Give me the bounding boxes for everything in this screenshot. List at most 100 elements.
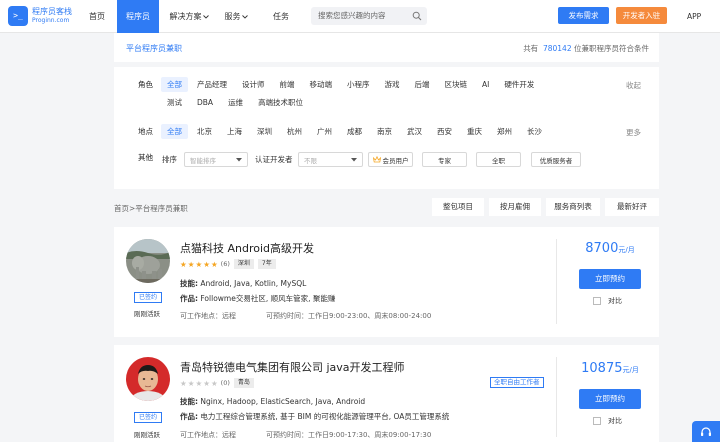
publish-demand-button[interactable]: 发布需求 [558, 7, 609, 24]
developer-name[interactable]: 点猫科技 Android高级开发 [180, 240, 314, 256]
search-input[interactable]: 搜索您感兴趣的内容 [318, 7, 386, 25]
avatar-elephant-image [126, 239, 170, 283]
compare-label: 对比 [608, 417, 622, 425]
signed-badge: 已签约 [134, 292, 162, 303]
sort-select[interactable]: 智能排序 [184, 152, 248, 167]
price-unit: 元/月 [618, 246, 635, 254]
location-filter-row: 地点 全部 北京 上海 深圳 杭州 广州 成都 南京 武汉 西安 重庆 郑州 长… [114, 124, 551, 139]
availability-line: 可工作地点：远程 可预约时间：工作日9:00-17:30、周末09:00-17:… [180, 430, 461, 440]
location-tag[interactable]: 深圳 [251, 124, 278, 139]
role-tag[interactable]: 设计师 [236, 77, 271, 92]
developer-card[interactable]: 已签约 刚刚活跃 青岛特锐德电气集团有限公司 java开发工程师 全职自由工作者… [114, 345, 659, 442]
search-box[interactable]: 搜索您感兴趣的内容 [311, 7, 427, 25]
site-logo[interactable]: >_ 程序员客栈 Proginn.com [8, 6, 72, 26]
work-place: 可工作地点：远程 [180, 431, 236, 439]
role-tag[interactable]: 高端技术职位 [252, 95, 309, 110]
role-tag[interactable]: 测试 [161, 95, 188, 110]
role-tag[interactable]: 区块链 [439, 77, 474, 92]
role-tag[interactable]: 小程序 [341, 77, 376, 92]
star-icon: ★ [195, 259, 203, 269]
app-link[interactable]: APP [687, 0, 701, 33]
developer-name[interactable]: 青岛特锐德电气集团有限公司 java开发工程师 [180, 359, 405, 375]
avatar[interactable] [126, 357, 170, 401]
fulltime-button[interactable]: 全职 [476, 152, 521, 167]
filter-panel: 角色 全部 产品经理 设计师 前端 移动端 小程序 游戏 后端 区块链 AI 硬… [114, 67, 659, 189]
location-tag[interactable]: 北京 [191, 124, 218, 139]
role-tag[interactable]: 硬件开发 [498, 77, 540, 92]
price-unit: 元/月 [622, 366, 639, 374]
member-user-label: 会员用户 [382, 156, 409, 165]
developer-card[interactable]: 已签约 刚刚活跃 点猫科技 Android高级开发 ★ ★ ★ ★ ★ (6) … [114, 227, 659, 337]
role-tag[interactable]: DBA [191, 95, 219, 110]
compare-checkbox[interactable]: 对比 [593, 416, 622, 426]
collapse-link[interactable]: 收起 [626, 80, 641, 91]
compare-checkbox[interactable]: 对比 [593, 296, 622, 306]
nav-solutions[interactable]: 解决方案 [166, 0, 212, 33]
skills-value: Nginx, Hadoop, ElasticSearch, Java, Andr… [200, 397, 366, 406]
role-tag[interactable]: AI [476, 77, 495, 92]
location-tag[interactable]: 西安 [431, 124, 458, 139]
location-tag[interactable]: 全部 [161, 124, 188, 139]
location-tag[interactable]: 南京 [371, 124, 398, 139]
cert-label: 认证开发者 [255, 155, 293, 164]
price: 8700元/月 [560, 241, 660, 256]
role-label: 角色 [138, 80, 153, 89]
reserve-button[interactable]: 立即预约 [579, 389, 641, 409]
location-label: 地点 [138, 127, 153, 136]
location-tag[interactable]: 成都 [341, 124, 368, 139]
expert-button[interactable]: 专家 [422, 152, 467, 167]
count-number: 780142 [542, 44, 572, 53]
search-icon[interactable] [412, 11, 422, 21]
cert-select[interactable]: 不限 [298, 152, 363, 167]
star-icon: ★ [187, 259, 195, 269]
breadcrumb[interactable]: 首页>平台程序员兼职 [114, 203, 188, 214]
logo-terminal-icon: >_ [8, 6, 28, 26]
location-tag[interactable]: 郑州 [491, 124, 518, 139]
chevron-down-icon [236, 157, 242, 161]
location-tag[interactable]: 广州 [311, 124, 338, 139]
skills-label: 技能: [180, 397, 198, 406]
tab-latest-reviews[interactable]: 最新好评 [605, 198, 659, 216]
role-tag[interactable]: 运维 [222, 95, 249, 110]
nav-service[interactable]: 服务 [221, 0, 251, 33]
more-locations-link[interactable]: 更多 [626, 127, 641, 138]
tab-provider-list[interactable]: 服务商列表 [546, 198, 600, 216]
member-user-button[interactable]: 会员用户 [368, 152, 413, 167]
works-label: 作品: [180, 412, 198, 421]
role-tag[interactable]: 全部 [161, 77, 188, 92]
nav-home[interactable]: 首页 [82, 0, 112, 33]
works-line: 作品: 电力工程综合管理系统, 基于 BIM 的可视化能源管理平台, OA员工管… [180, 411, 449, 422]
location-tag[interactable]: 武汉 [401, 124, 428, 139]
works-label: 作品: [180, 294, 198, 303]
nav-tasks[interactable]: 任务 [266, 0, 296, 33]
reserve-button[interactable]: 立即预约 [579, 269, 641, 289]
city-chip: 深圳 [233, 259, 254, 269]
headset-icon [701, 427, 711, 436]
role-tag[interactable]: 后端 [409, 77, 436, 92]
tab-package-project[interactable]: 整包项目 [432, 198, 484, 216]
role-tag[interactable]: 游戏 [379, 77, 406, 92]
role-tag[interactable]: 移动端 [304, 77, 339, 92]
checkbox-icon[interactable] [593, 417, 601, 425]
role-tag[interactable]: 前端 [274, 77, 301, 92]
tab-monthly-hire[interactable]: 按月雇佣 [489, 198, 541, 216]
city-chip: 青岛 [233, 378, 254, 388]
location-tag[interactable]: 上海 [221, 124, 248, 139]
sort-value: 智能排序 [190, 156, 216, 165]
active-status: 刚刚活跃 [134, 431, 160, 439]
star-icon: ★ [180, 259, 187, 269]
avatar[interactable] [126, 239, 170, 283]
checkbox-icon[interactable] [593, 297, 601, 305]
location-tag[interactable]: 杭州 [281, 124, 308, 139]
logo-cn-text: 程序员客栈 [32, 7, 72, 16]
location-tag[interactable]: 长沙 [521, 124, 548, 139]
nav-programmer[interactable]: 程序员 [117, 0, 159, 33]
quality-provider-button[interactable]: 优质服务者 [531, 152, 581, 167]
location-tag[interactable]: 重庆 [461, 124, 488, 139]
logo-en-text: Proginn.com [32, 17, 70, 24]
customer-support-button[interactable] [692, 421, 720, 442]
skills-value: Android, Java, Kotlin, MySQL [200, 279, 307, 288]
role-tag[interactable]: 产品经理 [191, 77, 233, 92]
result-count: 共有 780142 位兼职程序员符合条件 [523, 43, 649, 54]
developer-join-button[interactable]: 开发者入驻 [616, 7, 667, 24]
